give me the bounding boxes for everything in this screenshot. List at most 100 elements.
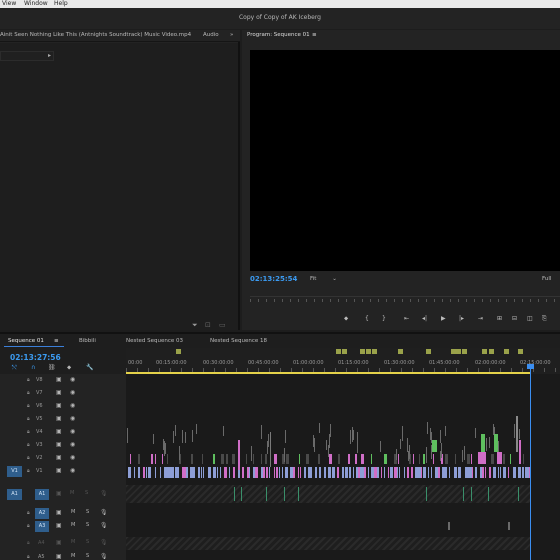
- video-clip[interactable]: [337, 467, 339, 478]
- video-clip[interactable]: [270, 432, 271, 467]
- video-clip[interactable]: [396, 449, 397, 460]
- video-clip[interactable]: [411, 467, 413, 478]
- go-to-out-button[interactable]: ⇥: [478, 315, 483, 322]
- video-clip[interactable]: [314, 438, 315, 452]
- video-clip[interactable]: [127, 428, 128, 443]
- video-clip[interactable]: [361, 454, 364, 464]
- video-clip[interactable]: [238, 440, 240, 470]
- microphone-icon[interactable]: 🎙︎: [100, 490, 108, 497]
- video-clip[interactable]: [462, 450, 463, 462]
- trash-icon[interactable]: ▭: [219, 321, 226, 329]
- tab-sequence-01[interactable]: Sequence 01: [8, 338, 44, 344]
- video-clip[interactable]: [138, 467, 140, 478]
- microphone-icon[interactable]: 🎙︎: [100, 509, 108, 516]
- video-clip[interactable]: [315, 467, 317, 478]
- video-clip[interactable]: [455, 454, 456, 464]
- expand-panels-icon[interactable]: »: [230, 32, 233, 38]
- audio-clip[interactable]: [508, 522, 510, 530]
- video-clip[interactable]: [261, 425, 262, 439]
- video-clip[interactable]: [419, 454, 420, 464]
- sequence-marker[interactable]: [176, 349, 181, 354]
- video-clip[interactable]: [475, 428, 476, 438]
- add-marker-icon[interactable]: ⬥: [67, 364, 71, 372]
- video-clip[interactable]: [352, 427, 353, 442]
- video-clip[interactable]: [198, 467, 200, 478]
- video-clip[interactable]: [130, 467, 131, 478]
- video-clip[interactable]: [489, 467, 491, 478]
- video-clip[interactable]: [319, 467, 321, 478]
- video-clip[interactable]: [191, 454, 193, 464]
- video-clip[interactable]: [353, 467, 354, 478]
- video-clip[interactable]: [217, 467, 218, 478]
- audio-clip[interactable]: [241, 487, 242, 501]
- video-clip[interactable]: [342, 467, 344, 478]
- video-clip[interactable]: [329, 454, 332, 464]
- video-clip[interactable]: [399, 467, 400, 478]
- lock-icon[interactable]: 🔒︎: [27, 403, 30, 409]
- mute-button[interactable]: M: [70, 490, 74, 496]
- video-clip[interactable]: [397, 467, 398, 478]
- video-clip[interactable]: [353, 430, 354, 440]
- video-clip[interactable]: [299, 454, 300, 464]
- video-clip[interactable]: [193, 467, 195, 478]
- video-clip[interactable]: [192, 430, 193, 442]
- video-clip[interactable]: [510, 454, 511, 464]
- video-clip[interactable]: [266, 467, 268, 478]
- video-clip[interactable]: [471, 454, 472, 464]
- video-clip[interactable]: [186, 467, 188, 478]
- video-clip[interactable]: [160, 467, 161, 478]
- sync-lock-icon[interactable]: ▣: [56, 428, 62, 435]
- video-clip[interactable]: [431, 467, 432, 478]
- video-clip[interactable]: [329, 434, 330, 448]
- solo-button[interactable]: S: [86, 522, 89, 528]
- sequence-marker[interactable]: [372, 349, 377, 354]
- video-clip[interactable]: [423, 467, 426, 478]
- video-clip[interactable]: [441, 443, 442, 458]
- mark-out-button[interactable]: }: [382, 315, 386, 322]
- menu-help[interactable]: Help: [54, 0, 68, 8]
- linked-selection-icon[interactable]: ⛓: [48, 364, 56, 371]
- video-clip[interactable]: [285, 430, 286, 443]
- video-clip[interactable]: [175, 425, 176, 436]
- video-clip[interactable]: [514, 424, 515, 438]
- video-clip[interactable]: [138, 454, 140, 464]
- video-clip[interactable]: [519, 440, 521, 464]
- program-tab[interactable]: Program: Sequence 01: [247, 32, 310, 38]
- video-clip[interactable]: [478, 452, 486, 464]
- solo-button[interactable]: S: [86, 553, 89, 559]
- video-clip[interactable]: [445, 426, 446, 436]
- video-clip[interactable]: [173, 431, 174, 443]
- video-clip[interactable]: [165, 443, 166, 454]
- video-clip[interactable]: [279, 467, 280, 478]
- tab-bibbili[interactable]: Bibbili: [79, 338, 96, 344]
- lock-icon[interactable]: 🔒︎: [27, 554, 30, 560]
- zoom-select[interactable]: Fit ⌄: [310, 276, 337, 282]
- sync-lock-icon[interactable]: ▣: [56, 467, 62, 474]
- video-clip[interactable]: [202, 454, 203, 464]
- microphone-icon[interactable]: 🎙︎: [100, 522, 108, 529]
- video-clip[interactable]: [433, 454, 434, 464]
- video-clip[interactable]: [384, 467, 385, 478]
- video-clip[interactable]: [398, 454, 399, 464]
- lock-icon[interactable]: 🔒︎: [27, 390, 30, 396]
- eye-icon[interactable]: ◉: [70, 376, 75, 383]
- video-clip[interactable]: [464, 446, 465, 460]
- eye-icon[interactable]: ◉: [70, 454, 75, 461]
- video-clip[interactable]: [253, 454, 254, 464]
- playhead[interactable]: [530, 367, 531, 560]
- video-clip[interactable]: [497, 452, 502, 464]
- resolution-select[interactable]: Full: [542, 276, 551, 282]
- sequence-marker[interactable]: [342, 349, 347, 354]
- mute-button[interactable]: M: [71, 522, 75, 528]
- video-clip[interactable]: [324, 467, 326, 478]
- video-clip[interactable]: [523, 454, 524, 464]
- source-patch-v1[interactable]: V1: [7, 466, 22, 477]
- audio-clip[interactable]: [488, 487, 489, 501]
- play-button[interactable]: ▶: [441, 315, 446, 322]
- video-clip[interactable]: [300, 467, 301, 478]
- source-patch-a1[interactable]: A1: [7, 489, 22, 500]
- video-clip[interactable]: [224, 467, 227, 478]
- mark-in-button[interactable]: {: [365, 315, 369, 322]
- microphone-icon[interactable]: 🎙︎: [100, 539, 108, 546]
- video-clip[interactable]: [472, 467, 473, 478]
